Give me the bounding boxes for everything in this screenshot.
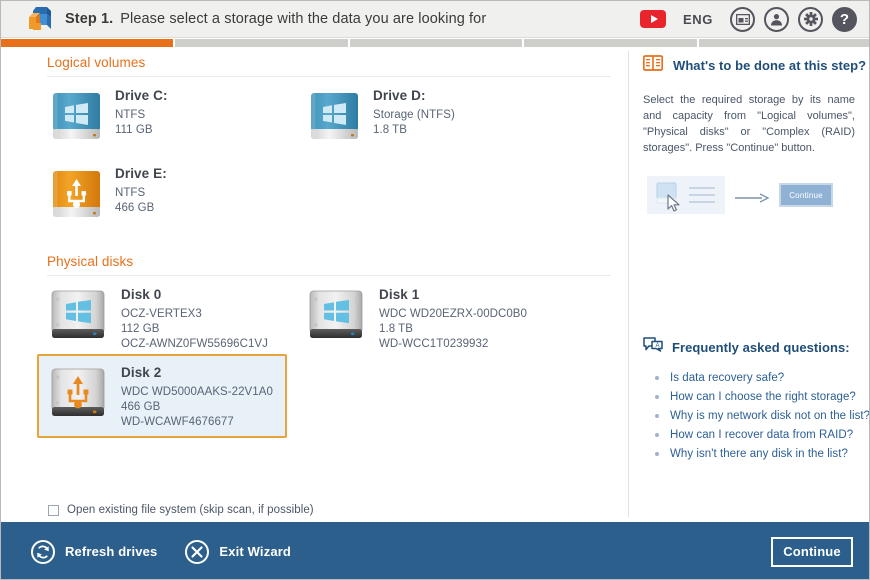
- storage-item-detail: WD-WCAWF4676677: [121, 415, 273, 430]
- svg-text:A: A: [656, 343, 660, 349]
- main-content: Logical volumesDrive C:NTFS111 GBDrive D…: [1, 47, 870, 520]
- faq-speech-icon: A: [643, 337, 663, 357]
- wizard-progress-bar: [1, 39, 870, 47]
- open-book-icon: [643, 55, 663, 76]
- storage-item-detail: OCZ-AWNZ0FW55696C1VJ: [121, 337, 268, 352]
- storage-item-detail: 1.8 TB: [379, 322, 527, 337]
- storage-item-text: Drive C: NTFS111 GB: [115, 85, 168, 138]
- step-illustration: Continue: [647, 172, 857, 218]
- storage-item-detail: OCZ-VERTEX3: [121, 307, 268, 322]
- faq-link[interactable]: Is data recovery safe?: [653, 369, 870, 388]
- continue-button[interactable]: Continue: [771, 537, 853, 567]
- step-number-label: Step 1.: [65, 11, 113, 27]
- storage-item[interactable]: Disk 1 WDC WD20EZRX-00DC0B01.8 TBWD-WCC1T…: [295, 276, 545, 360]
- youtube-icon[interactable]: [640, 10, 666, 28]
- refresh-icon: [31, 540, 55, 564]
- storage-item[interactable]: Disk 0 OCZ-VERTEX3112 GBOCZ-AWNZ0FW55696C…: [37, 276, 287, 360]
- storage-item[interactable]: Drive E: NTFS466 GB: [37, 155, 287, 231]
- storage-item[interactable]: Disk 2 WDC WD5000AAKS-22V1A0466 GBWD-WCAW…: [37, 354, 287, 438]
- storage-item-detail: NTFS: [115, 186, 167, 201]
- application-window: Step 1. Please select a storage with the…: [0, 0, 870, 580]
- storage-item-name: Disk 2: [121, 365, 273, 380]
- storage-item-name: Drive C:: [115, 88, 168, 103]
- open-existing-fs-label: Open existing file system (skip scan, if…: [67, 504, 314, 516]
- faq-link[interactable]: How can I choose the right storage?: [653, 388, 870, 407]
- play-triangle-icon: [651, 15, 658, 23]
- storage-item-text: Drive D: Storage (NTFS)1.8 TB: [373, 85, 455, 138]
- illustration-lines: [689, 187, 715, 208]
- progress-segment-4: [524, 39, 696, 47]
- storage-item-name: Disk 0: [121, 287, 268, 302]
- storage-list-pane: Logical volumesDrive C:NTFS111 GBDrive D…: [1, 47, 628, 520]
- license-card-icon[interactable]: [730, 7, 755, 32]
- header-bar: Step 1. Please select a storage with the…: [1, 1, 870, 38]
- help-question-icon[interactable]: ?: [832, 7, 857, 32]
- language-selector[interactable]: ENG: [683, 12, 713, 27]
- storage-item-detail: 112 GB: [121, 322, 268, 337]
- footer-bar: Refresh drives Exit Wizard Continue: [1, 522, 870, 580]
- storage-item-detail: 466 GB: [121, 400, 273, 415]
- exit-wizard-button[interactable]: Exit Wizard: [185, 540, 291, 564]
- storage-item-detail: WD-WCC1T0239932: [379, 337, 527, 352]
- options-row: Open existing file system (skip scan, if…: [1, 499, 870, 521]
- sidebar-help-header: What's to be done at this step?: [643, 55, 870, 76]
- illustration-continue-button: Continue: [779, 183, 833, 207]
- header-actions: ENG: [640, 7, 857, 32]
- faq-header: A Frequently asked questions:: [643, 337, 870, 357]
- sidebar-help-text: Select the required storage by its name …: [643, 92, 855, 156]
- windows-volume-icon: [305, 85, 361, 145]
- help-sidebar: What's to be done at this step? Select t…: [629, 47, 870, 520]
- usb-volume-icon: [47, 163, 103, 223]
- usb-disk-icon: [47, 362, 109, 424]
- windows-disk-icon: [305, 284, 367, 346]
- progress-segment-2: [175, 39, 347, 47]
- storage-item-text: Disk 0 OCZ-VERTEX3112 GBOCZ-AWNZ0FW55696C…: [121, 284, 268, 352]
- storage-item-detail: Storage (NTFS): [373, 108, 455, 123]
- question-mark-glyph: ?: [840, 12, 849, 27]
- app-logo-icon: [23, 5, 53, 33]
- illustration-panel: [647, 176, 725, 214]
- storage-item-detail: WDC WD5000AAKS-22V1A0: [121, 385, 273, 400]
- refresh-drives-label: Refresh drives: [65, 544, 157, 559]
- faq-link[interactable]: Why isn't there any disk in the list?: [653, 445, 870, 464]
- storage-item-name: Disk 1: [379, 287, 527, 302]
- storage-item[interactable]: Drive C: NTFS111 GB: [37, 77, 287, 153]
- section-header-physical-disks: Physical disks: [47, 254, 133, 274]
- open-existing-fs-checkbox[interactable]: [48, 505, 59, 516]
- progress-segment-1: [1, 39, 173, 47]
- storage-item-detail: 1.8 TB: [373, 123, 455, 138]
- right-arrow-icon: [735, 190, 769, 200]
- storage-item-name: Drive D:: [373, 88, 455, 103]
- mouse-cursor-icon: [667, 194, 682, 213]
- progress-segment-5: [699, 39, 870, 47]
- windows-volume-icon: [47, 85, 103, 145]
- faq-title: Frequently asked questions:: [672, 340, 850, 355]
- progress-segment-3: [350, 39, 522, 47]
- storage-item-text: Drive E: NTFS466 GB: [115, 163, 167, 216]
- storage-item-name: Drive E:: [115, 166, 167, 181]
- storage-item-detail: NTFS: [115, 108, 168, 123]
- close-x-icon: [185, 540, 209, 564]
- refresh-drives-button[interactable]: Refresh drives: [31, 540, 157, 564]
- section-header-logical-volumes: Logical volumes: [47, 55, 145, 75]
- windows-disk-icon: [47, 284, 109, 346]
- faq-link-list: Is data recovery safe?How can I choose t…: [653, 369, 870, 464]
- storage-item-text: Disk 2 WDC WD5000AAKS-22V1A0466 GBWD-WCAW…: [121, 362, 273, 430]
- faq-link[interactable]: How can I recover data from RAID?: [653, 426, 870, 445]
- exit-wizard-label: Exit Wizard: [219, 544, 291, 559]
- sidebar-help-title: What's to be done at this step?: [673, 58, 866, 73]
- storage-item[interactable]: Drive D: Storage (NTFS)1.8 TB: [295, 77, 545, 153]
- storage-item-detail: 466 GB: [115, 201, 167, 216]
- storage-item-text: Disk 1 WDC WD20EZRX-00DC0B01.8 TBWD-WCC1T…: [379, 284, 527, 352]
- storage-item-detail: WDC WD20EZRX-00DC0B0: [379, 307, 527, 322]
- user-account-icon[interactable]: [764, 7, 789, 32]
- page-title: Step 1. Please select a storage with the…: [65, 11, 486, 27]
- storage-item-detail: 111 GB: [115, 123, 168, 138]
- gear-icon[interactable]: [798, 7, 823, 32]
- step-description-label: Please select a storage with the data yo…: [120, 11, 486, 27]
- faq-section: A Frequently asked questions: Is data re…: [629, 337, 870, 464]
- faq-link[interactable]: Why is my network disk not on the list?: [653, 407, 870, 426]
